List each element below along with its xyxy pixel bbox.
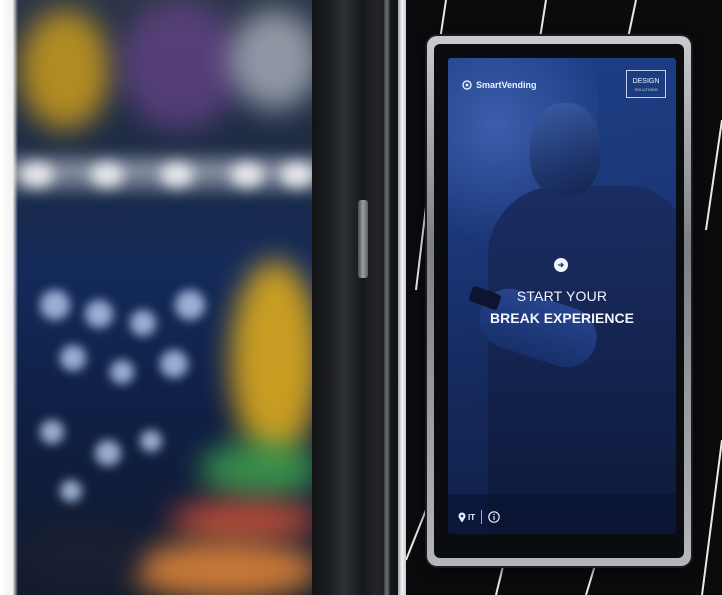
- location-pin-icon: [458, 512, 466, 522]
- frame-edge: [384, 0, 390, 595]
- footer-icons: IT: [458, 510, 500, 524]
- headline-line1: START YOUR: [516, 288, 608, 304]
- door-frame: [312, 0, 404, 595]
- start-headline[interactable]: START YOUR BREAK EXPERIENCE: [448, 288, 676, 326]
- product-shelves: [0, 0, 320, 595]
- language-code: IT: [468, 512, 476, 522]
- start-arrow-button[interactable]: [554, 258, 568, 272]
- info-icon[interactable]: [488, 511, 500, 523]
- badge-subtitle: SOLUTIONS: [634, 86, 658, 92]
- brand-name: SmartVending: [476, 80, 537, 90]
- door-handle[interactable]: [358, 200, 368, 278]
- badge-title: DESIGN: [632, 77, 660, 85]
- brand-logo: SmartVending: [462, 80, 537, 90]
- headline-line2: BREAK EXPERIENCE: [490, 310, 634, 326]
- arrow-right-icon: [558, 262, 564, 268]
- footer-separator: [481, 510, 483, 524]
- language-selector[interactable]: IT: [458, 512, 475, 523]
- vending-machine-photo: SmartVending DESIGN SOLUTIONS START YOUR…: [0, 0, 722, 595]
- panel-divider: [398, 0, 406, 595]
- touch-screen[interactable]: SmartVending DESIGN SOLUTIONS START YOUR…: [448, 58, 676, 534]
- design-badge: DESIGN SOLUTIONS: [626, 70, 666, 98]
- brand-logo-icon: [462, 80, 472, 90]
- person-head: [530, 103, 600, 195]
